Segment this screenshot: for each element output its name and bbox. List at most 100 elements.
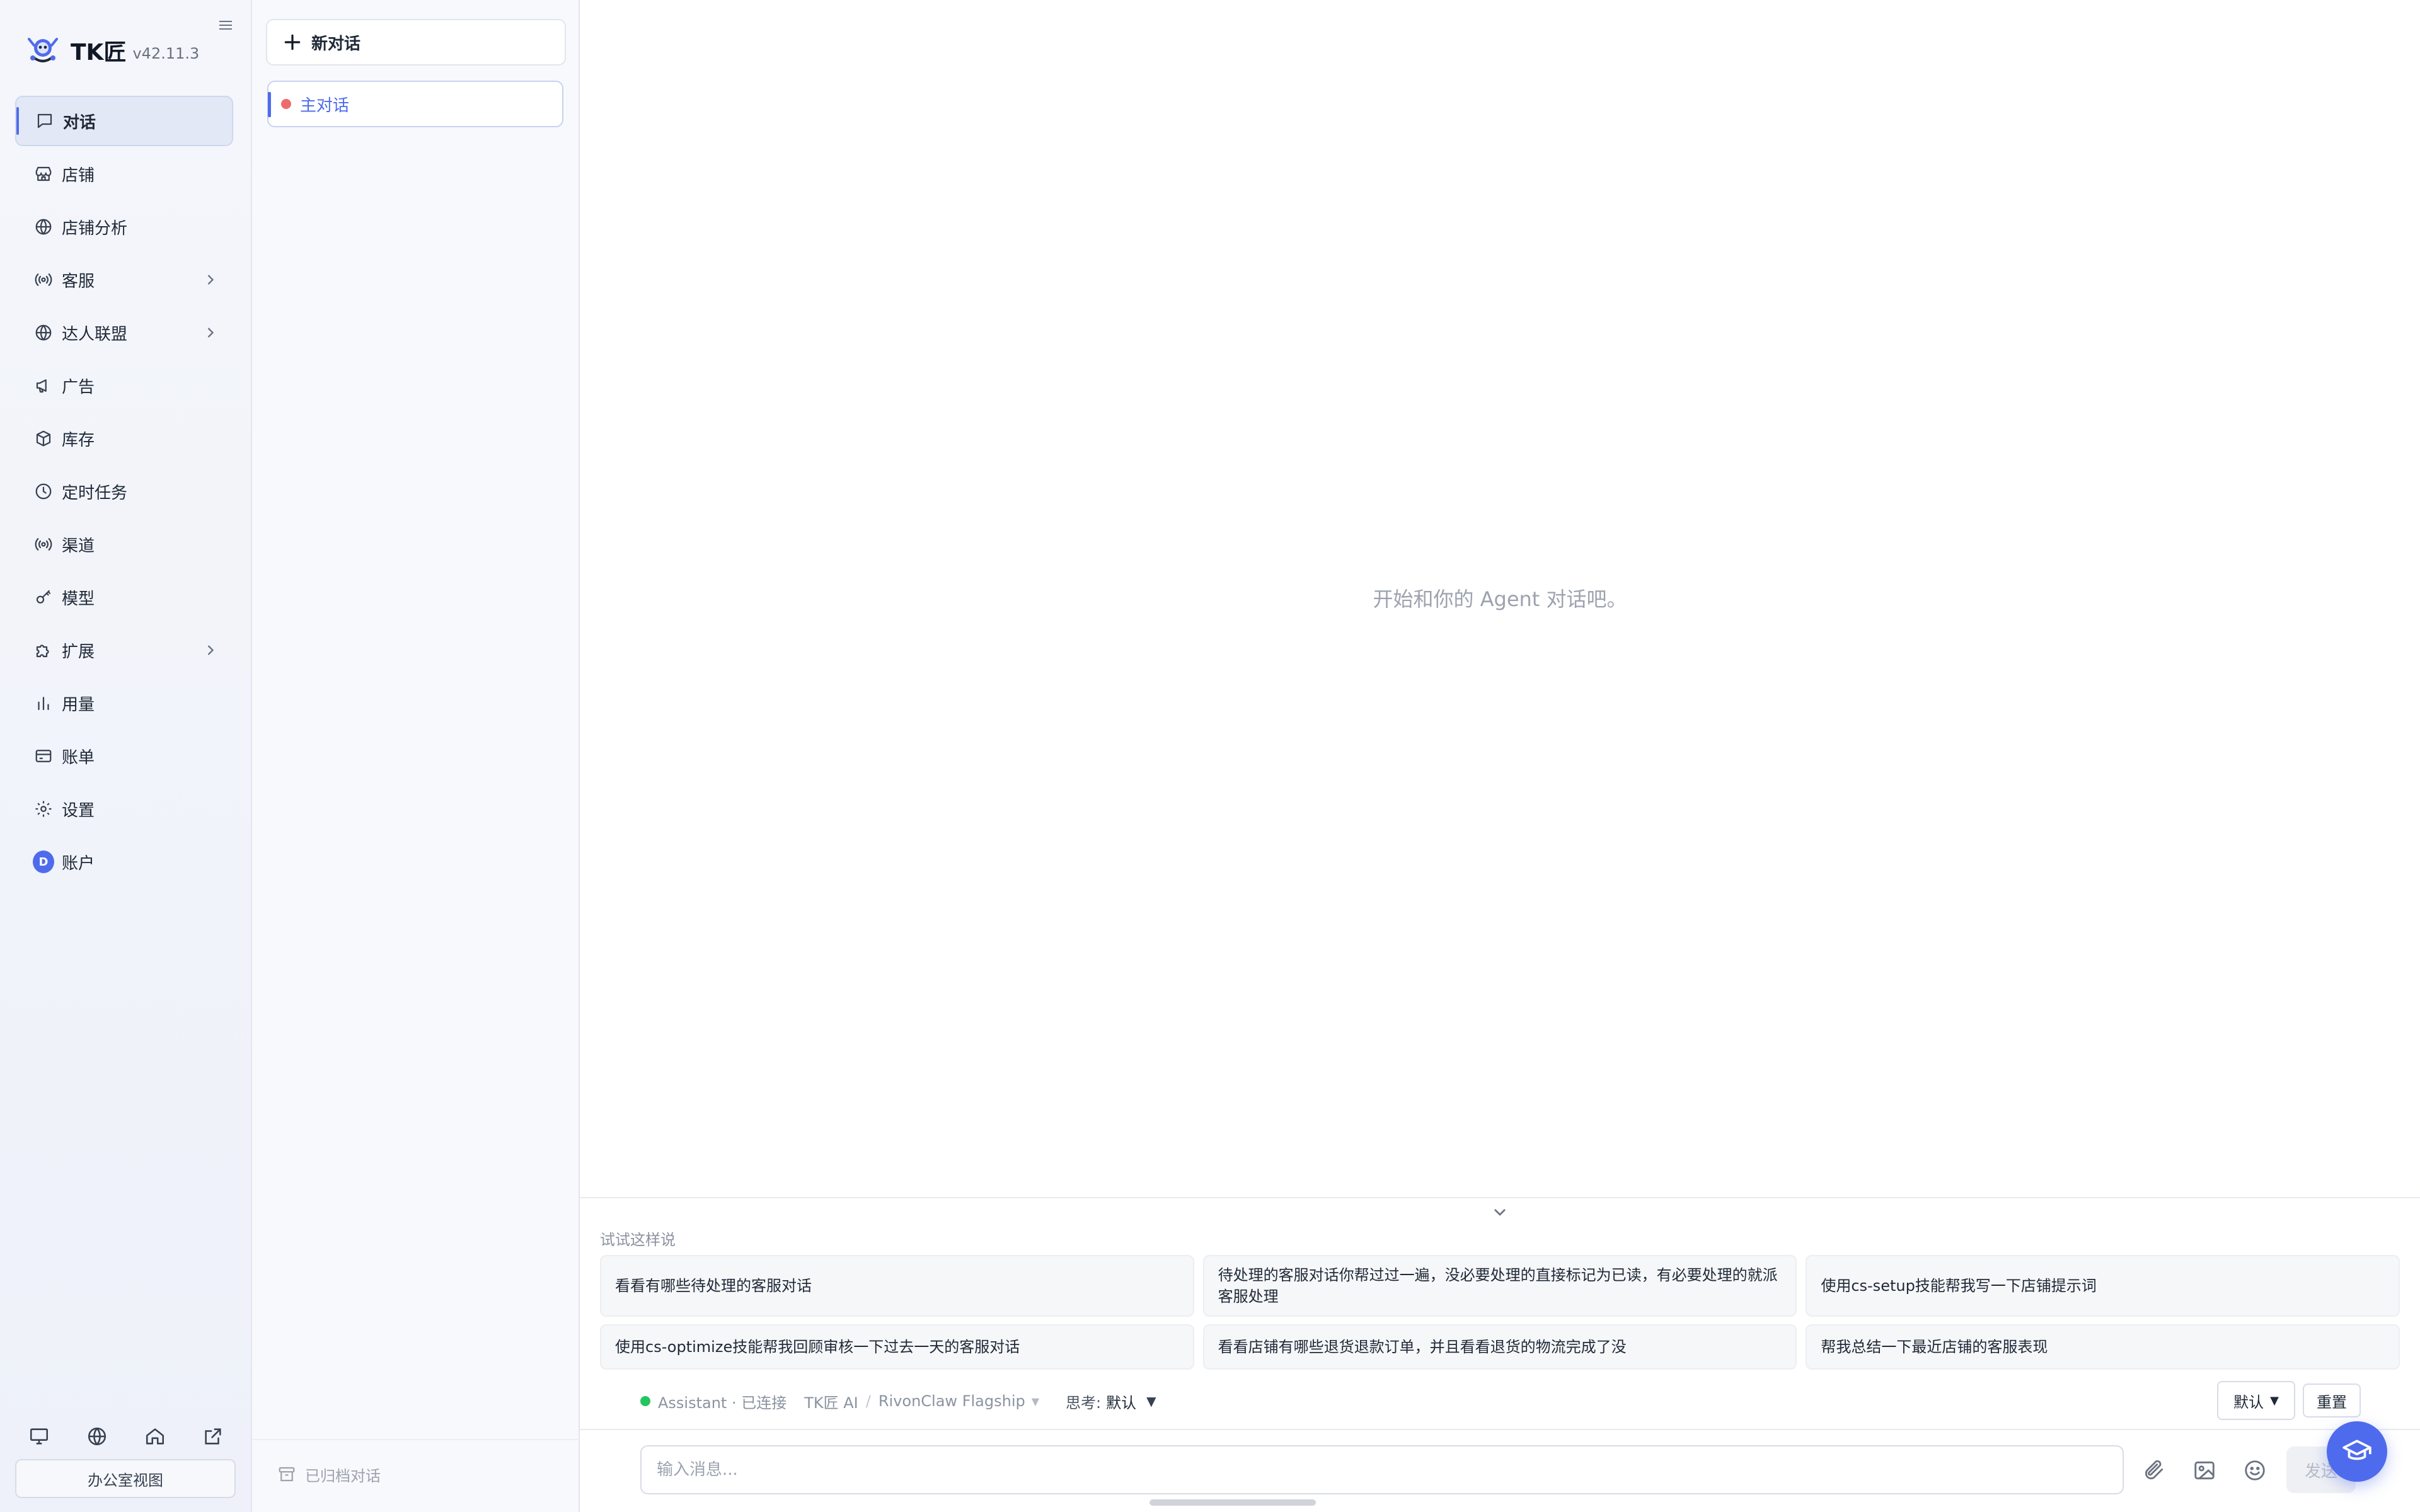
- credit-card-icon: [33, 745, 54, 767]
- message-input[interactable]: [640, 1445, 2124, 1494]
- divider: [580, 1197, 2420, 1198]
- suggestion-card[interactable]: 待处理的客服对话你帮过过一遍，没必要处理的直接标记为已读，有必要处理的就派客服处…: [1202, 1255, 1797, 1317]
- sidebar-item-inventory[interactable]: 库存: [15, 413, 233, 464]
- globe-icon: [33, 216, 54, 238]
- monitor-icon[interactable]: [25, 1423, 53, 1450]
- image-icon[interactable]: [2191, 1457, 2218, 1484]
- sidebar-item-extensions[interactable]: 扩展: [15, 625, 233, 675]
- sidebar-nav: 对话 店铺 店铺分析 客服 达人联盟 广告 库存 定时任务 渠道 模型 扩展 用…: [15, 96, 233, 890]
- clock-icon: [33, 481, 54, 502]
- bar-chart-icon: [33, 692, 54, 714]
- thinking-selector[interactable]: 思考: 默认 ▼: [1039, 1390, 1156, 1412]
- caret-down-icon: ▼: [1031, 1395, 1040, 1407]
- sidebar-item-label: 库存: [62, 430, 95, 450]
- sidebar: TK匠 v42.11.3 对话 店铺 店铺分析 客服 达人联盟 广告 库存 定时…: [0, 0, 252, 1512]
- menu-icon: [219, 21, 232, 30]
- new-chat-button[interactable]: 新对话: [266, 19, 566, 66]
- suggestion-card[interactable]: 使用cs-setup技能帮我写一下店铺提示词: [1806, 1255, 2400, 1317]
- suggestion-card[interactable]: 看看店铺有哪些退货退款订单，并且看看退货的物流完成了没: [1202, 1324, 1797, 1370]
- chat-main: 开始和你的 Agent 对话吧。 试试这样说 看看有哪些待处理的客服对话 待处理…: [580, 0, 2420, 1512]
- sidebar-item-customer-service[interactable]: 客服: [15, 255, 233, 305]
- chat-bubble-icon: [34, 110, 55, 132]
- sidebar-item-settings[interactable]: 设置: [15, 784, 233, 834]
- chevron-right-icon: [207, 645, 214, 655]
- box-icon: [33, 428, 54, 449]
- megaphone-icon: [33, 375, 54, 396]
- sidebar-collapse-button[interactable]: [217, 16, 234, 34]
- sidebar-item-usage[interactable]: 用量: [15, 678, 233, 728]
- sidebar-item-label: 客服: [62, 272, 95, 291]
- suggestion-card[interactable]: 帮我总结一下最近店铺的客服表现: [1806, 1324, 2400, 1370]
- brand-logo-icon: [28, 38, 58, 62]
- mode-select[interactable]: 默认 ▼: [2217, 1381, 2295, 1420]
- gear-icon: [33, 798, 54, 820]
- empty-state-hint: 开始和你的 Agent 对话吧。: [1373, 587, 1627, 611]
- connection-status-dot: [640, 1396, 650, 1406]
- caret-down-icon: ▼: [2270, 1394, 2279, 1407]
- sidebar-item-channels[interactable]: 渠道: [15, 519, 233, 570]
- avatar-letter: D: [33, 850, 54, 873]
- suggestions-title: 试试这样说: [600, 1231, 676, 1249]
- thinking-label: 思考:: [1066, 1394, 1102, 1412]
- sidebar-bottom-toolbar: [25, 1421, 227, 1452]
- divider: [580, 1429, 2420, 1430]
- conversation-status-dot: [281, 99, 291, 109]
- sidebar-item-billing[interactable]: 账单: [15, 731, 233, 781]
- brand-version: v42.11.3: [132, 45, 200, 62]
- provider-separator: /: [865, 1392, 871, 1410]
- sidebar-item-models[interactable]: 模型: [15, 572, 233, 622]
- sidebar-item-influencer-alliance[interactable]: 达人联盟: [15, 307, 233, 358]
- sidebar-item-account[interactable]: D 账户: [15, 837, 233, 887]
- sidebar-item-label: 设置: [62, 801, 95, 820]
- sidebar-item-store-analysis[interactable]: 店铺分析: [15, 202, 233, 252]
- provider-name: TK匠 AI: [804, 1394, 858, 1412]
- archived-label: 已归档对话: [305, 1467, 381, 1485]
- avatar: D: [33, 850, 54, 873]
- suggestion-card[interactable]: 看看有哪些待处理的客服对话: [600, 1255, 1194, 1317]
- sidebar-item-label: 达人联盟: [62, 324, 128, 344]
- office-view-button[interactable]: 办公室视图: [15, 1459, 236, 1498]
- horizontal-scrollbar[interactable]: [1150, 1499, 1316, 1506]
- agent-status: Assistant · 已连接: [658, 1394, 787, 1412]
- caret-down-icon: ▼: [1146, 1394, 1156, 1409]
- archive-icon: [279, 1467, 295, 1482]
- help-tutorial-button[interactable]: [2327, 1421, 2387, 1482]
- conversation-item[interactable]: 主对话: [267, 81, 563, 127]
- sidebar-item-label: 账单: [62, 748, 95, 767]
- mode-select-value: 默认: [2233, 1393, 2264, 1411]
- sidebar-item-ads[interactable]: 广告: [15, 360, 233, 411]
- model-name: RivonClaw Flagship: [878, 1392, 1025, 1410]
- sidebar-item-label: 广告: [62, 377, 95, 397]
- new-chat-label: 新对话: [311, 34, 361, 54]
- chevron-right-icon: [207, 275, 214, 285]
- suggestion-card[interactable]: 使用cs-optimize技能帮我回顾审核一下过去一天的客服对话: [600, 1324, 1194, 1370]
- external-link-icon[interactable]: [199, 1423, 227, 1450]
- brand: TK匠 v42.11.3: [25, 32, 199, 69]
- thinking-value: 默认: [1106, 1394, 1137, 1412]
- store-icon: [33, 163, 54, 185]
- puzzle-icon: [33, 639, 54, 661]
- sidebar-item-label: 渠道: [62, 536, 95, 556]
- chevron-down-icon[interactable]: [1490, 1202, 1510, 1222]
- sidebar-item-store[interactable]: 店铺: [15, 149, 233, 199]
- conversation-title: 主对话: [300, 96, 350, 115]
- key-icon: [33, 587, 54, 608]
- sidebar-item-label: 店铺: [62, 166, 95, 185]
- sidebar-item-label: 模型: [62, 589, 95, 609]
- suggestions-grid: 看看有哪些待处理的客服对话 待处理的客服对话你帮过过一遍，没必要处理的直接标记为…: [600, 1255, 2400, 1370]
- sidebar-item-label: 用量: [62, 695, 95, 714]
- sidebar-item-label: 对话: [63, 113, 96, 132]
- archived-conversations-link[interactable]: 已归档对话: [277, 1462, 381, 1487]
- sidebar-item-scheduled-tasks[interactable]: 定时任务: [15, 466, 233, 517]
- app-window: TK匠 v42.11.3 对话 店铺 店铺分析 客服 达人联盟 广告 库存 定时…: [0, 0, 2420, 1512]
- agent-status-bar: Assistant · 已连接 TK匠 AI / RivonClaw Flags…: [640, 1387, 1156, 1415]
- reset-button[interactable]: 重置: [2303, 1383, 2361, 1418]
- emoji-icon[interactable]: [2241, 1457, 2269, 1484]
- sidebar-item-label: 扩展: [62, 642, 95, 662]
- globe-icon[interactable]: [83, 1423, 111, 1450]
- home-icon[interactable]: [141, 1423, 169, 1450]
- brand-name: TK匠: [71, 40, 127, 66]
- sidebar-item-chat[interactable]: 对话: [15, 96, 233, 146]
- model-selector[interactable]: TK匠 AI / RivonClaw Flagship ▼: [804, 1390, 1039, 1412]
- paperclip-icon[interactable]: [2140, 1457, 2168, 1484]
